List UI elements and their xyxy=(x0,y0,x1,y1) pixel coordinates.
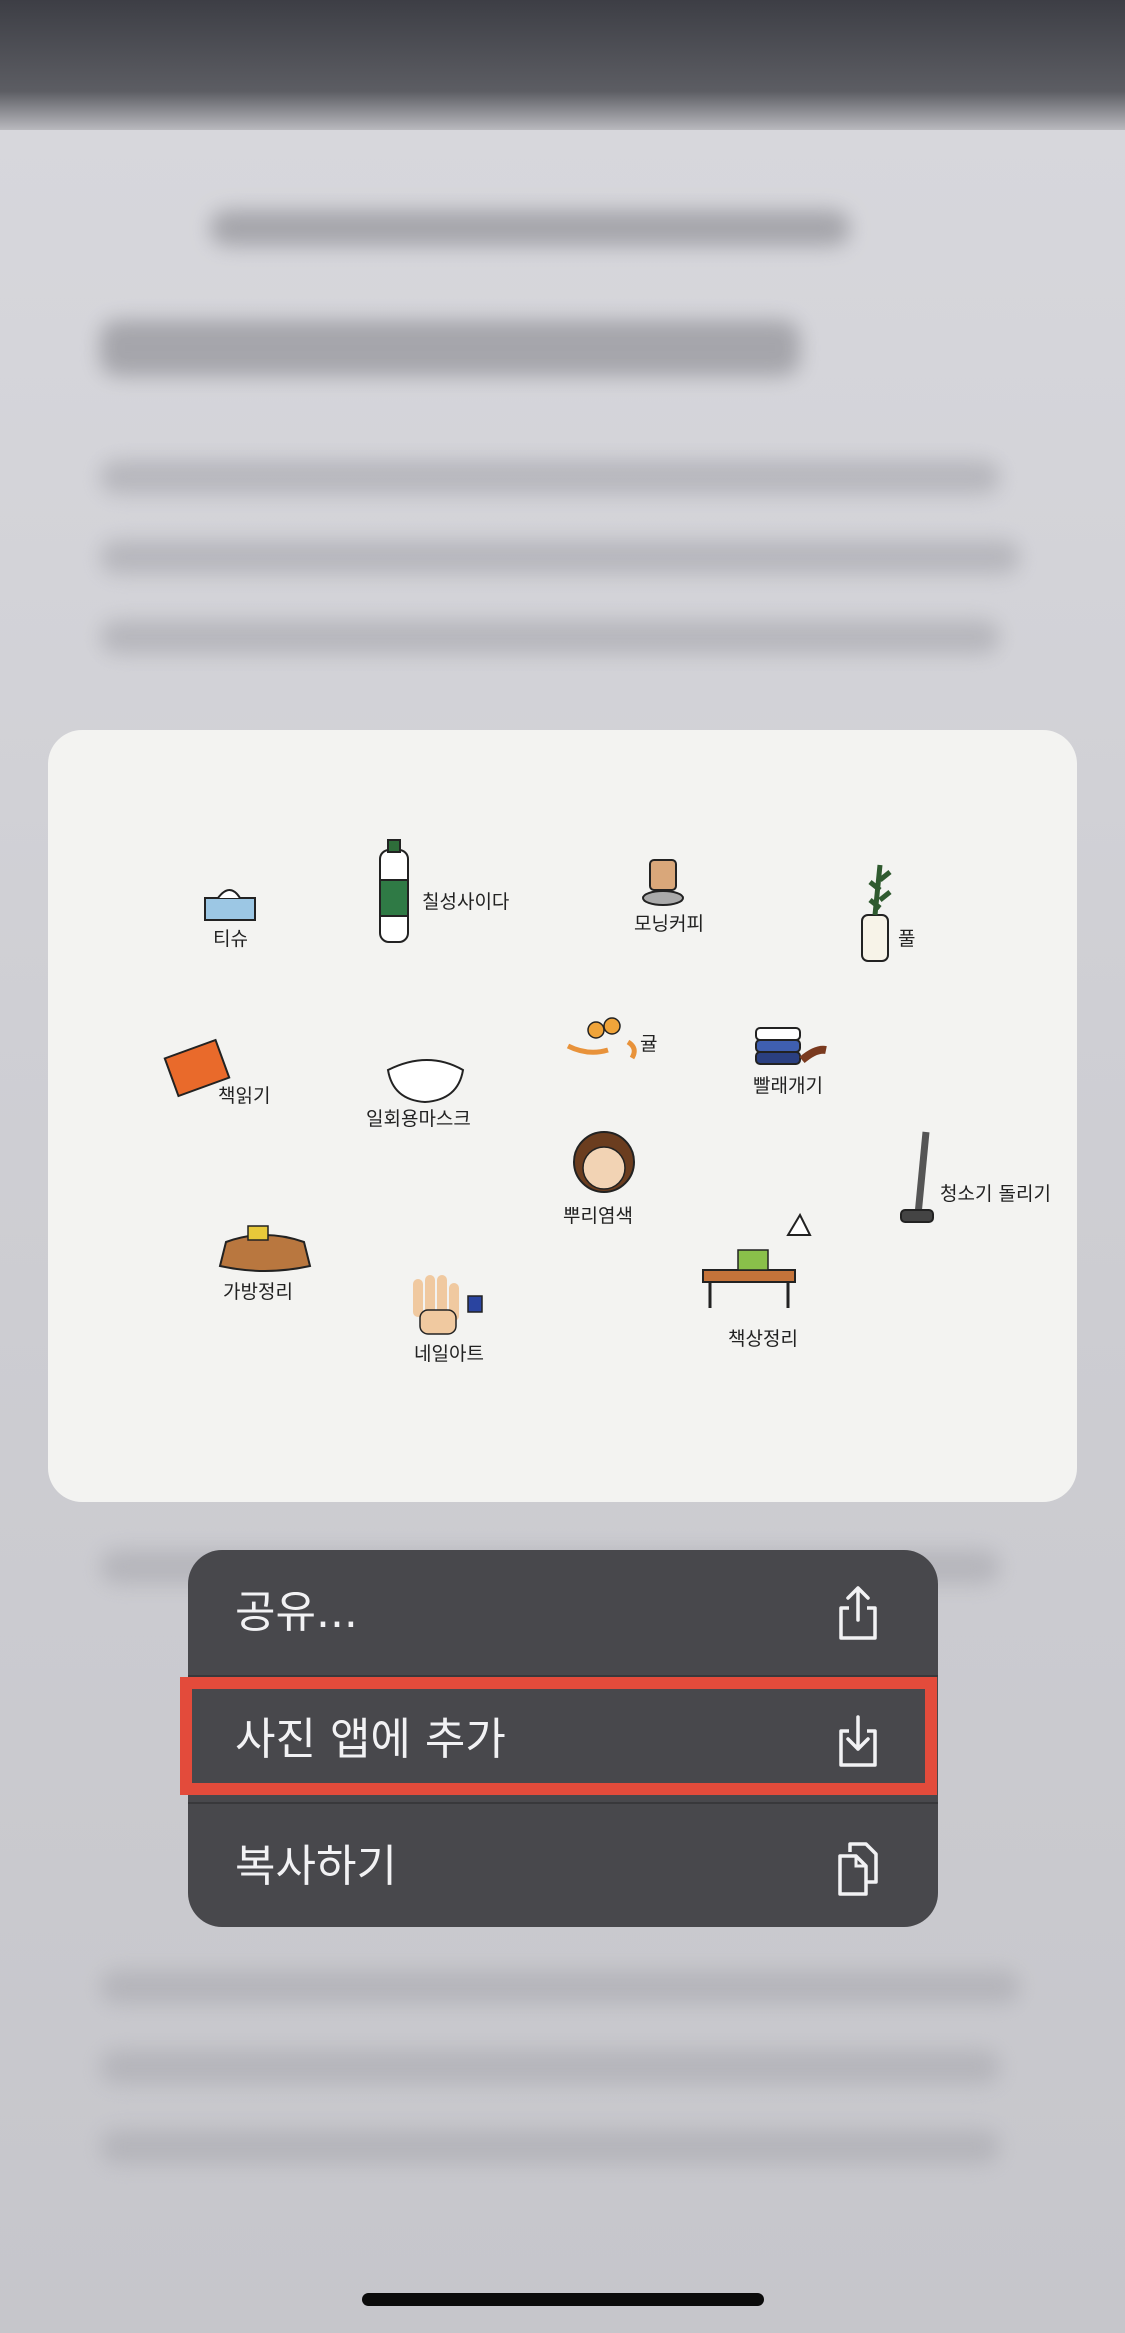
hair-dye-sticker: 뿌리염색 xyxy=(563,1131,635,1227)
reading-label: 책읽기 xyxy=(218,1085,270,1107)
background-blur-block xyxy=(100,2130,1000,2164)
nail-label: 네일아트 xyxy=(414,1343,484,1365)
soda-label: 칠성사이다 xyxy=(422,891,509,913)
soda-bottle-sticker: 칠성사이다 xyxy=(379,839,509,943)
background-status-bar xyxy=(0,0,1125,130)
tangerine-label: 귤 xyxy=(640,1033,657,1055)
coffee-label: 모닝커피 xyxy=(634,913,704,935)
menu-item-add-to-photos[interactable]: 사진 앱에 추가 xyxy=(188,1677,938,1802)
bag-sticker: 가방정리 xyxy=(218,1225,312,1303)
menu-item-copy[interactable]: 복사하기 xyxy=(188,1804,938,1927)
desk-label: 책상정리 xyxy=(728,1328,798,1350)
menu-item-label: 공유... xyxy=(235,1587,358,1638)
menu-item-label: 사진 앱에 추가 xyxy=(235,1714,506,1765)
background-blur-block xyxy=(100,460,1000,494)
tissue-sticker: 티슈 xyxy=(204,889,256,950)
sticker-illustration: 티슈 칠성사이다 모닝커피 풀 책읽기 일회용마스크 귤 빨래개기 뿌리염색 청… xyxy=(163,839,1051,1365)
mask-label: 일회용마스크 xyxy=(366,1108,471,1130)
laundry-label: 빨래개기 xyxy=(753,1075,823,1097)
plant-label: 풀 xyxy=(898,928,915,950)
plant-vase-sticker: 풀 xyxy=(861,864,915,962)
copy-icon xyxy=(838,1842,878,1896)
nail-art-sticker: 네일아트 xyxy=(413,1275,484,1365)
vacuum-sticker: 청소기 돌리기 xyxy=(900,1131,1051,1223)
bag-label: 가방정리 xyxy=(223,1281,293,1303)
background-blur-block xyxy=(100,320,800,376)
vacuum-label: 청소기 돌리기 xyxy=(940,1183,1051,1205)
background-blur-block xyxy=(100,1970,1020,2004)
share-icon xyxy=(839,1586,877,1640)
book-sticker: 책읽기 xyxy=(163,1038,270,1107)
background-blur-block xyxy=(100,620,1000,654)
tangerine-sticker: 귤 xyxy=(566,1017,657,1060)
hair-dye-label: 뿌리염색 xyxy=(563,1205,633,1227)
image-preview-card[interactable]: 티슈 칠성사이다 모닝커피 풀 책읽기 일회용마스크 귤 빨래개기 뿌리염색 청… xyxy=(48,730,1077,1502)
home-indicator[interactable] xyxy=(362,2293,764,2306)
laundry-sticker: 빨래개기 xyxy=(753,1027,827,1097)
mask-sticker: 일회용마스크 xyxy=(366,1059,471,1130)
coffee-cup-sticker: 모닝커피 xyxy=(634,859,704,935)
background-blur-block xyxy=(100,540,1020,574)
tissue-label: 티슈 xyxy=(213,928,248,950)
save-to-photos-icon xyxy=(839,1715,877,1767)
desk-sticker: 책상정리 xyxy=(702,1212,812,1350)
background-blur-block xyxy=(210,210,850,246)
menu-item-share[interactable]: 공유... xyxy=(188,1550,938,1675)
context-menu: 공유... 사진 앱에 추가 복사하기 xyxy=(188,1550,938,1927)
menu-item-label: 복사하기 xyxy=(235,1841,397,1892)
background-blur-block xyxy=(100,2050,1000,2084)
